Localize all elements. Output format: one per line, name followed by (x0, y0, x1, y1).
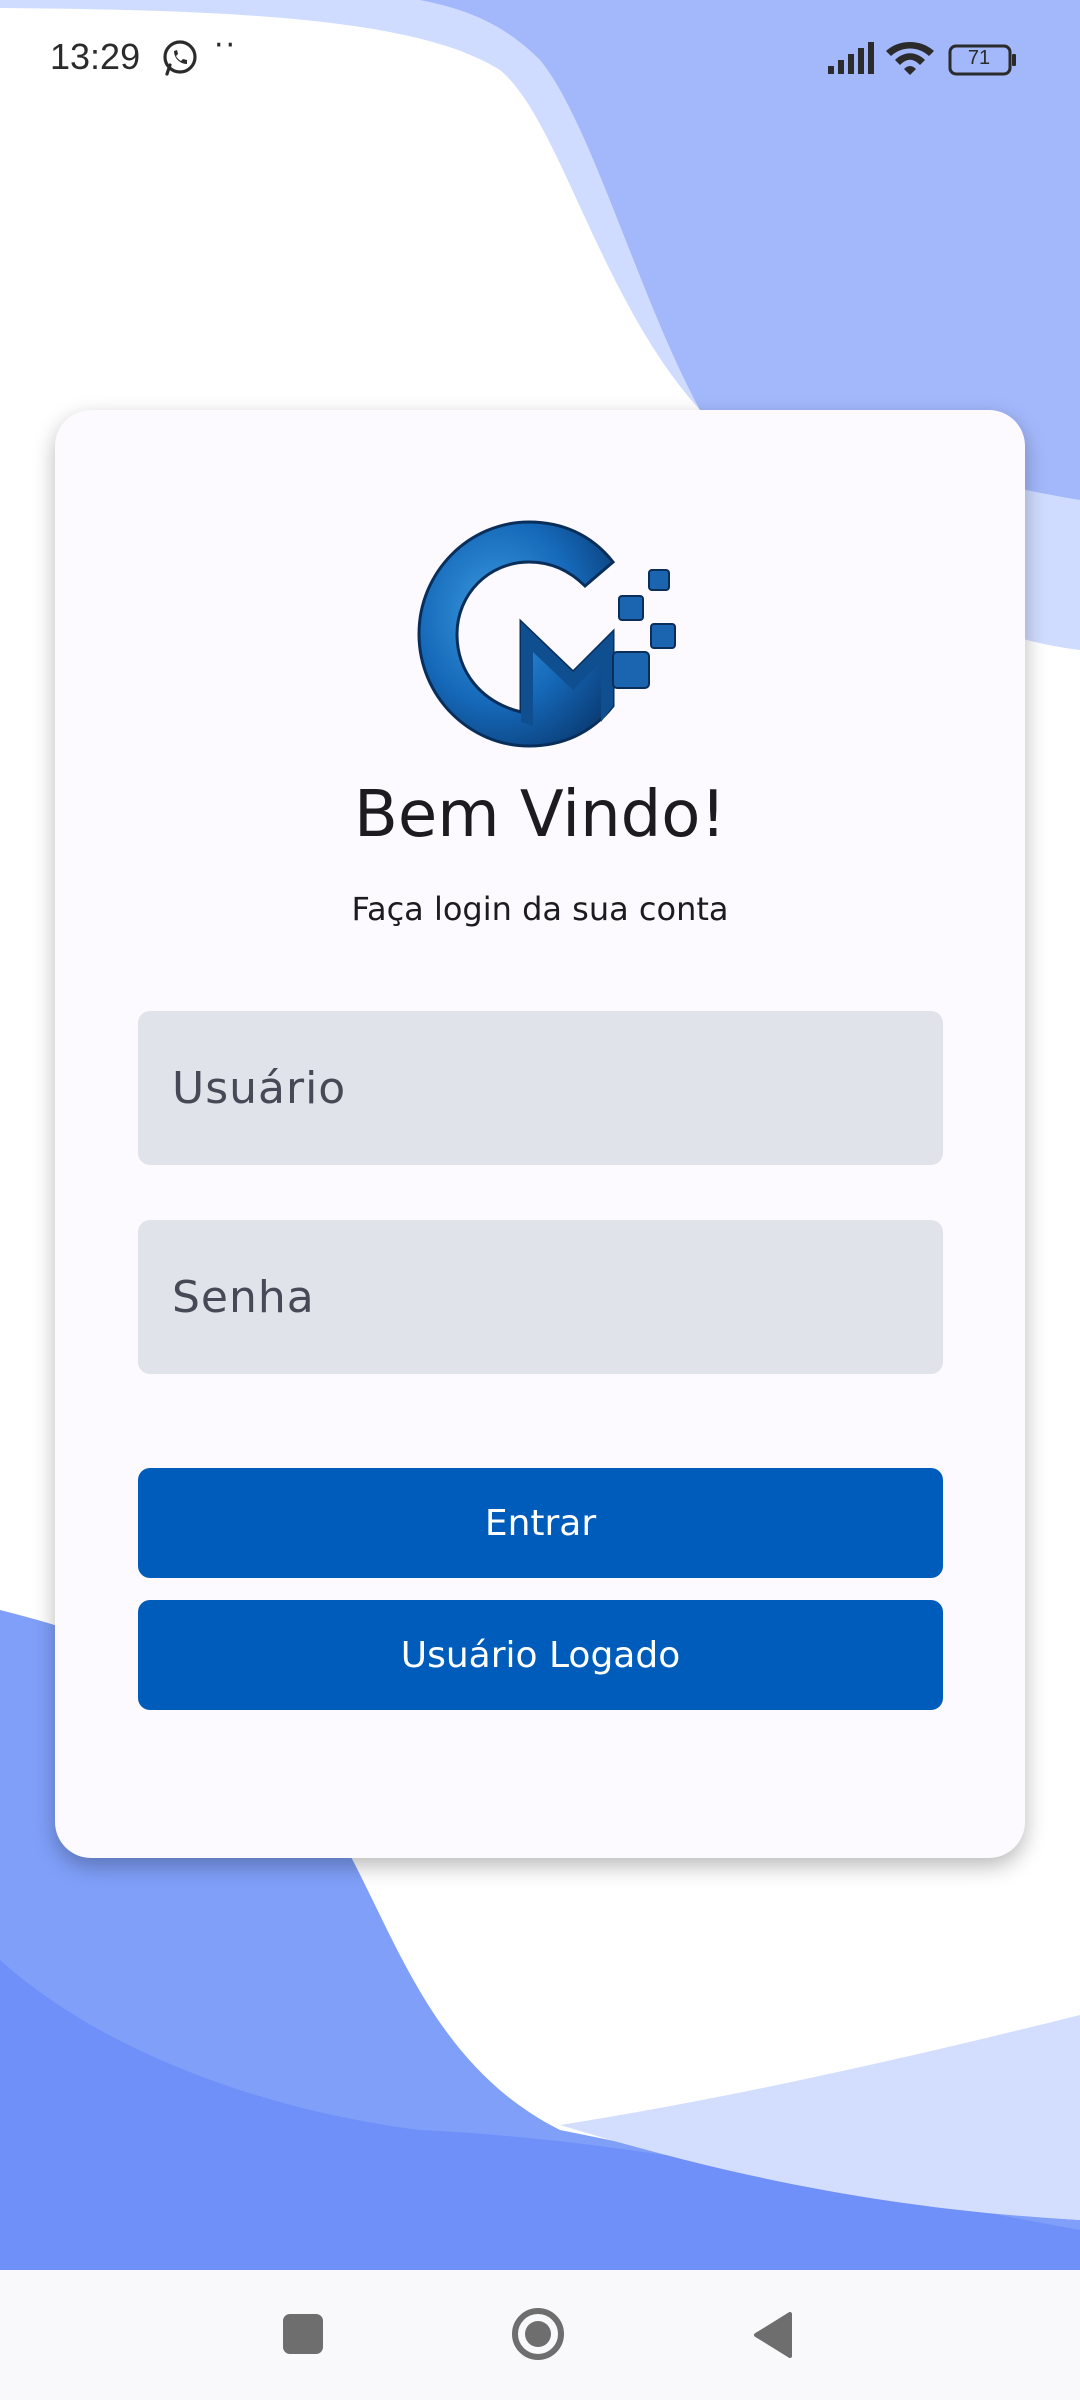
back-icon[interactable] (752, 2310, 794, 2360)
home-icon[interactable] (510, 2306, 566, 2362)
battery-level: 71 (967, 47, 991, 69)
password-input[interactable] (138, 1220, 943, 1374)
recent-apps-icon[interactable] (283, 2314, 323, 2354)
enter-button[interactable]: Entrar (138, 1468, 943, 1578)
signal-icon (828, 42, 874, 74)
logged-user-button[interactable]: Usuário Logado (138, 1600, 943, 1710)
more-notifications-indicator: ·· (214, 28, 238, 63)
whatsapp-icon (163, 40, 197, 76)
welcome-title: Bem Vindo! (353, 778, 727, 852)
username-input[interactable] (138, 1011, 943, 1165)
system-nav-bar (0, 2270, 1080, 2400)
status-bar: 13:29 ·· 71 (0, 0, 1080, 120)
app-logo (417, 520, 676, 748)
login-subtitle: Faça login da sua conta (351, 890, 729, 928)
login-card: Bem Vindo! Faça login da sua conta Entra… (55, 410, 1025, 1858)
wifi-icon (886, 42, 934, 75)
status-time: 13:29 (50, 36, 141, 77)
